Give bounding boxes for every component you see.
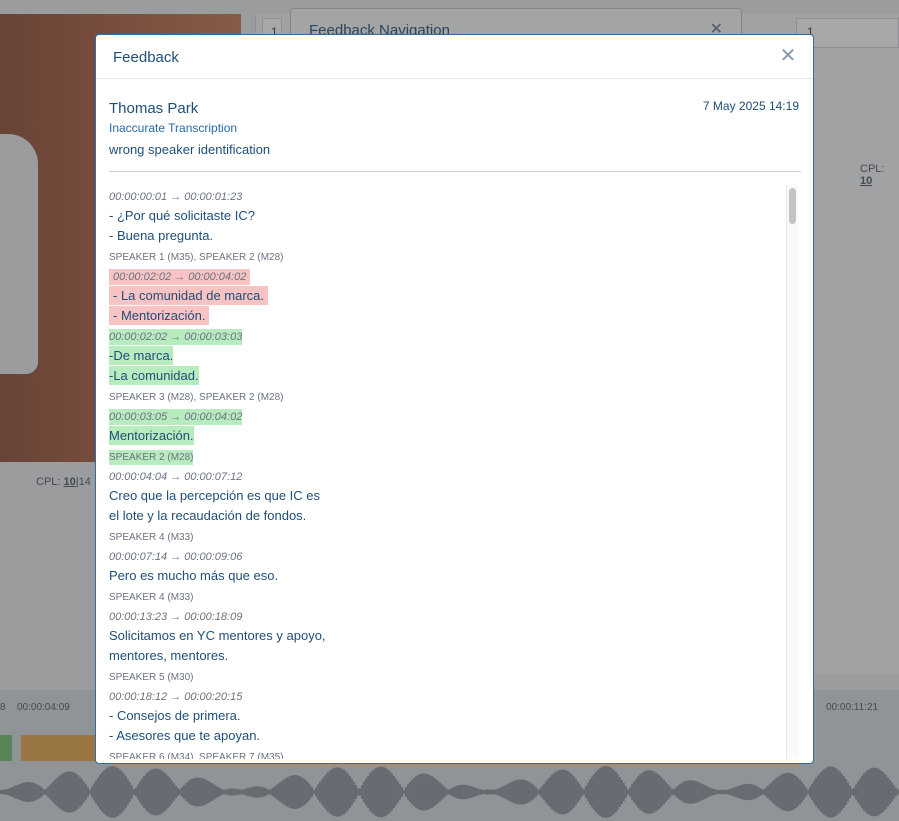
timecode: 00:00:02:02 → 00:00:03:03 bbox=[109, 327, 243, 345]
transcript-diff[interactable]: 00:00:00:01 → 00:00:01:23 - ¿Por qué soli… bbox=[109, 185, 799, 759]
subtitle-text-value: Solicitamos en YC mentores y apoyo, bbox=[109, 628, 326, 643]
timecode-value: 00:00:02:02 → 00:00:03:03 bbox=[109, 329, 243, 345]
subtitle-text-value: - Buena pregunta. bbox=[109, 228, 214, 243]
subtitle-text-value: - Asesores que te apoyan. bbox=[109, 728, 261, 743]
subtitle-text: mentores, mentores. bbox=[109, 647, 228, 665]
speaker-label-value: SPEAKER 4 (M33) bbox=[109, 592, 194, 603]
feedback-modal: Feedback ✕ Thomas Park 7 May 2025 14:19 … bbox=[95, 34, 814, 764]
timecode-value: 00:00:07:14 → 00:00:09:06 bbox=[109, 551, 243, 563]
subtitle-text-value: Mentorización. bbox=[109, 426, 194, 445]
modal-title: Feedback bbox=[113, 49, 179, 66]
divider bbox=[109, 171, 801, 172]
feedback-date: 7 May 2025 14:19 bbox=[702, 99, 799, 113]
speaker-label-value: SPEAKER 3 (M28), SPEAKER 2 (M28) bbox=[109, 392, 284, 403]
speaker-label: SPEAKER 4 (M33) bbox=[109, 527, 193, 545]
speaker-label-value: SPEAKER 2 (M28) bbox=[109, 450, 194, 465]
subtitle-text: Creo que la percepción es que IC es bbox=[109, 487, 320, 505]
subtitle-text: - ¿Por qué solicitaste IC? bbox=[109, 207, 255, 225]
subtitle-text: el lote y la recaudación de fondos. bbox=[109, 507, 306, 525]
timecode-value: 00:00:03:05 → 00:00:04:02 bbox=[109, 409, 243, 425]
timecode: 00:00:02:02 → 00:00:04:02 bbox=[109, 267, 251, 285]
scrollbar[interactable] bbox=[786, 185, 799, 759]
subtitle-text: - Asesores que te apoyan. bbox=[109, 727, 260, 745]
speaker-label-value: SPEAKER 5 (M30) bbox=[109, 672, 194, 683]
speaker-label-value: SPEAKER 1 (M35), SPEAKER 2 (M28) bbox=[109, 252, 284, 263]
modal-header: Feedback ✕ bbox=[96, 35, 813, 79]
speaker-label-value: SPEAKER 4 (M33) bbox=[109, 532, 194, 543]
subtitle-text: - Consejos de primera. bbox=[109, 707, 241, 725]
subtitle-text-value: - Mentorización. bbox=[109, 306, 210, 325]
subtitle-text: - La comunidad de marca. bbox=[109, 286, 269, 305]
subtitle-text-value: - Consejos de primera. bbox=[109, 708, 241, 723]
subtitle-text-value: Pero es mucho más que eso. bbox=[109, 568, 279, 583]
speaker-label: SPEAKER 6 (M34), SPEAKER 7 (M35) bbox=[109, 747, 284, 759]
subtitle-text: -La comunidad. bbox=[109, 366, 199, 385]
timecode: 00:00:03:05 → 00:00:04:02 bbox=[109, 407, 243, 425]
timecode: 00:00:18:12 → 00:00:20:15 bbox=[109, 687, 242, 705]
timecode: 00:00:00:01 → 00:00:01:23 bbox=[109, 187, 242, 205]
speaker-label: SPEAKER 2 (M28) bbox=[109, 447, 194, 465]
subtitle-text: Pero es mucho más que eso. bbox=[109, 567, 278, 585]
timecode-value: 00:00:13:23 → 00:00:18:09 bbox=[109, 611, 243, 623]
speaker-label: SPEAKER 3 (M28), SPEAKER 2 (M28) bbox=[109, 387, 284, 405]
feedback-comment: wrong speaker identification bbox=[109, 142, 271, 157]
speaker-label: SPEAKER 5 (M30) bbox=[109, 667, 193, 685]
subtitle-text-value: - ¿Por qué solicitaste IC? bbox=[109, 208, 255, 223]
subtitle-text-value: - La comunidad de marca. bbox=[109, 286, 269, 305]
timecode: 00:00:04:04 → 00:00:07:12 bbox=[109, 467, 242, 485]
speaker-label: SPEAKER 1 (M35), SPEAKER 2 (M28) bbox=[109, 247, 284, 265]
subtitle-text-value: -La comunidad. bbox=[109, 366, 199, 385]
speaker-label-value: SPEAKER 6 (M34), SPEAKER 7 (M35) bbox=[109, 752, 284, 759]
subtitle-text-value: mentores, mentores. bbox=[109, 648, 229, 663]
timecode-value: 00:00:18:12 → 00:00:20:15 bbox=[109, 691, 243, 703]
subtitle-text-value: el lote y la recaudación de fondos. bbox=[109, 508, 307, 523]
timecode-value: 00:00:00:01 → 00:00:01:23 bbox=[109, 191, 243, 203]
timecode: 00:00:13:23 → 00:00:18:09 bbox=[109, 607, 242, 625]
close-icon[interactable]: ✕ bbox=[777, 45, 799, 67]
feedback-author: Thomas Park bbox=[109, 100, 199, 117]
subtitle-text-value: Creo que la percepción es que IC es bbox=[109, 488, 321, 503]
subtitle-text: - Mentorización. bbox=[109, 306, 210, 325]
subtitle-text: - Buena pregunta. bbox=[109, 227, 213, 245]
speaker-label: SPEAKER 4 (M33) bbox=[109, 587, 193, 605]
subtitle-text: Solicitamos en YC mentores y apoyo, bbox=[109, 627, 326, 645]
timecode: 00:00:07:14 → 00:00:09:06 bbox=[109, 547, 242, 565]
timecode-value: 00:00:02:02 → 00:00:04:02 bbox=[109, 269, 251, 285]
feedback-category: Inaccurate Transcription bbox=[109, 121, 238, 135]
scrollbar-thumb[interactable] bbox=[789, 188, 796, 224]
subtitle-text: -De marca. bbox=[109, 346, 174, 365]
timecode-value: 00:00:04:04 → 00:00:07:12 bbox=[109, 471, 243, 483]
subtitle-text-value: -De marca. bbox=[109, 346, 174, 365]
subtitle-text: Mentorización. bbox=[109, 426, 194, 445]
